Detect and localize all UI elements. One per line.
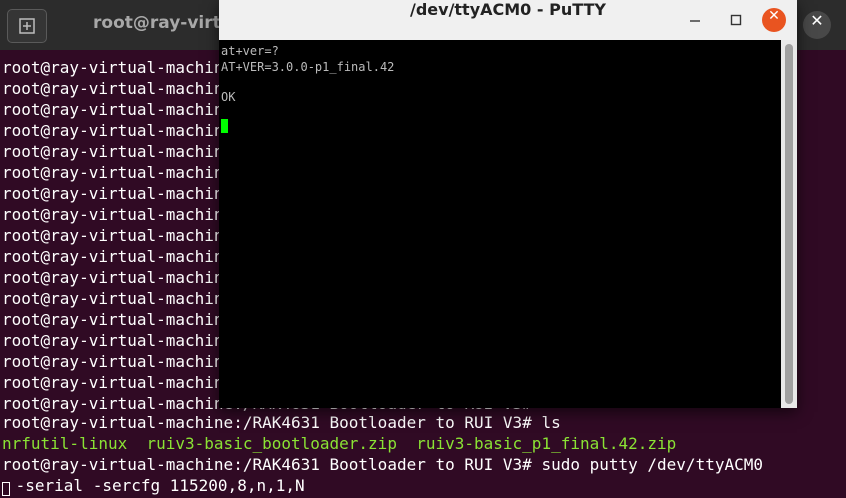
ls-output-text: nrfutil-linux ruiv3-basic_bootloader.zip… xyxy=(2,434,677,453)
close-icon: ✕ xyxy=(768,8,780,24)
maximize-button[interactable] xyxy=(724,8,748,32)
terminal-cursor xyxy=(2,482,10,496)
putty-line-command: at+ver=? xyxy=(221,44,279,58)
putty-window: /dev/ttyACM0 - PuTTY ✕ at+ver=? AT+VER=3… xyxy=(219,0,797,408)
minimize-button[interactable] xyxy=(683,8,707,32)
terminal-putty-command: root@ray-virtual-machine:/RAK4631 Bootlo… xyxy=(2,455,763,474)
desktop: root@ray-virtual ✕ root@ray-virtual-mach… xyxy=(0,0,846,498)
putty-terminal-screen[interactable]: at+ver=? AT+VER=3.0.0-p1_final.42 OK xyxy=(219,40,781,408)
putty-line-response: AT+VER=3.0.0-p1_final.42 xyxy=(221,60,395,74)
putty-line-ok: OK xyxy=(221,90,236,104)
terminal-close-button[interactable]: ✕ xyxy=(803,11,831,39)
putty-scrollbar-thumb[interactable] xyxy=(785,44,793,404)
putty-title: /dev/ttyACM0 - PuTTY xyxy=(409,0,606,19)
putty-scrollbar[interactable] xyxy=(781,40,797,408)
close-icon: ✕ xyxy=(810,11,824,30)
putty-cursor xyxy=(221,119,228,133)
putty-close-button[interactable]: ✕ xyxy=(762,8,786,32)
terminal-ls-output: nrfutil-linux ruiv3-basic_bootloader.zip… xyxy=(2,433,676,454)
maximize-icon xyxy=(730,14,742,26)
minimize-icon xyxy=(690,20,700,22)
terminal-ls-command: root@ray-virtual-machine:/RAK4631 Bootlo… xyxy=(2,413,561,432)
new-tab-icon xyxy=(19,18,35,34)
new-tab-button[interactable] xyxy=(7,9,47,43)
terminal-putty-command-continued: -serial -sercfg 115200,8,n,1,N xyxy=(6,476,305,495)
putty-titlebar[interactable]: /dev/ttyACM0 - PuTTY ✕ xyxy=(219,0,797,40)
